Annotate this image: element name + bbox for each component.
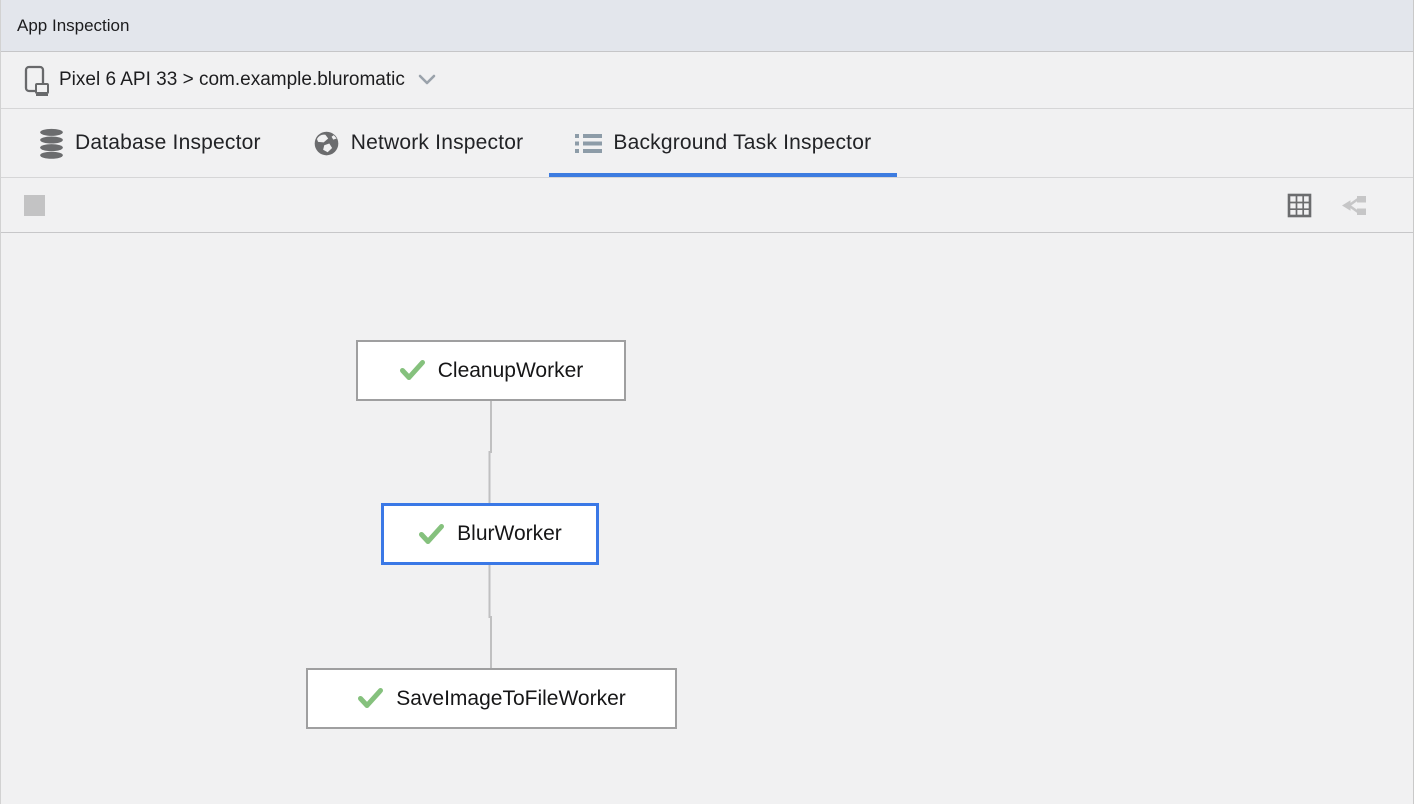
list-icon xyxy=(575,132,602,155)
success-check-icon xyxy=(399,359,426,382)
work-graph-canvas: CleanupWorker BlurWorker SaveImageToFile… xyxy=(1,233,1413,804)
inspector-tabs: Database Inspector Network Inspector xyxy=(1,109,1413,178)
success-check-icon xyxy=(357,687,384,710)
database-icon xyxy=(39,128,64,159)
success-check-icon xyxy=(418,523,445,546)
device-process-label: Pixel 6 API 33 > com.example.bluromatic xyxy=(59,69,405,91)
graph-view-icon xyxy=(1340,193,1367,218)
globe-icon xyxy=(313,130,340,157)
tab-network-inspector[interactable]: Network Inspector xyxy=(287,109,550,177)
device-process-selector[interactable]: Pixel 6 API 33 > com.example.bluromatic xyxy=(1,52,1413,109)
panel-header: App Inspection xyxy=(1,0,1413,52)
device-phone-icon xyxy=(23,65,51,96)
tab-label: Background Task Inspector xyxy=(613,131,871,155)
table-view-button[interactable] xyxy=(1285,191,1313,219)
stop-square-icon[interactable] xyxy=(24,195,45,216)
worker-node-label: BlurWorker xyxy=(457,522,562,546)
worker-node-label: CleanupWorker xyxy=(438,359,584,383)
worker-node-cleanupworker[interactable]: CleanupWorker xyxy=(356,340,626,401)
page-title: App Inspection xyxy=(17,16,129,36)
tab-label: Database Inspector xyxy=(75,131,261,155)
worker-node-blurworker[interactable]: BlurWorker xyxy=(381,503,599,565)
inspector-toolbar xyxy=(1,178,1413,233)
worker-node-label: SaveImageToFileWorker xyxy=(396,687,626,711)
app-inspection-panel: App Inspection Pixel 6 API 33 > com.exam… xyxy=(0,0,1414,804)
graph-view-button[interactable] xyxy=(1339,191,1367,219)
chevron-down-icon xyxy=(415,72,439,88)
tab-database-inspector[interactable]: Database Inspector xyxy=(13,109,287,177)
tab-label: Network Inspector xyxy=(351,131,524,155)
worker-node-saveimagetofileworker[interactable]: SaveImageToFileWorker xyxy=(306,668,677,729)
table-view-icon xyxy=(1287,193,1312,218)
tab-background-task-inspector[interactable]: Background Task Inspector xyxy=(549,109,897,177)
graph-edges xyxy=(1,233,1413,804)
